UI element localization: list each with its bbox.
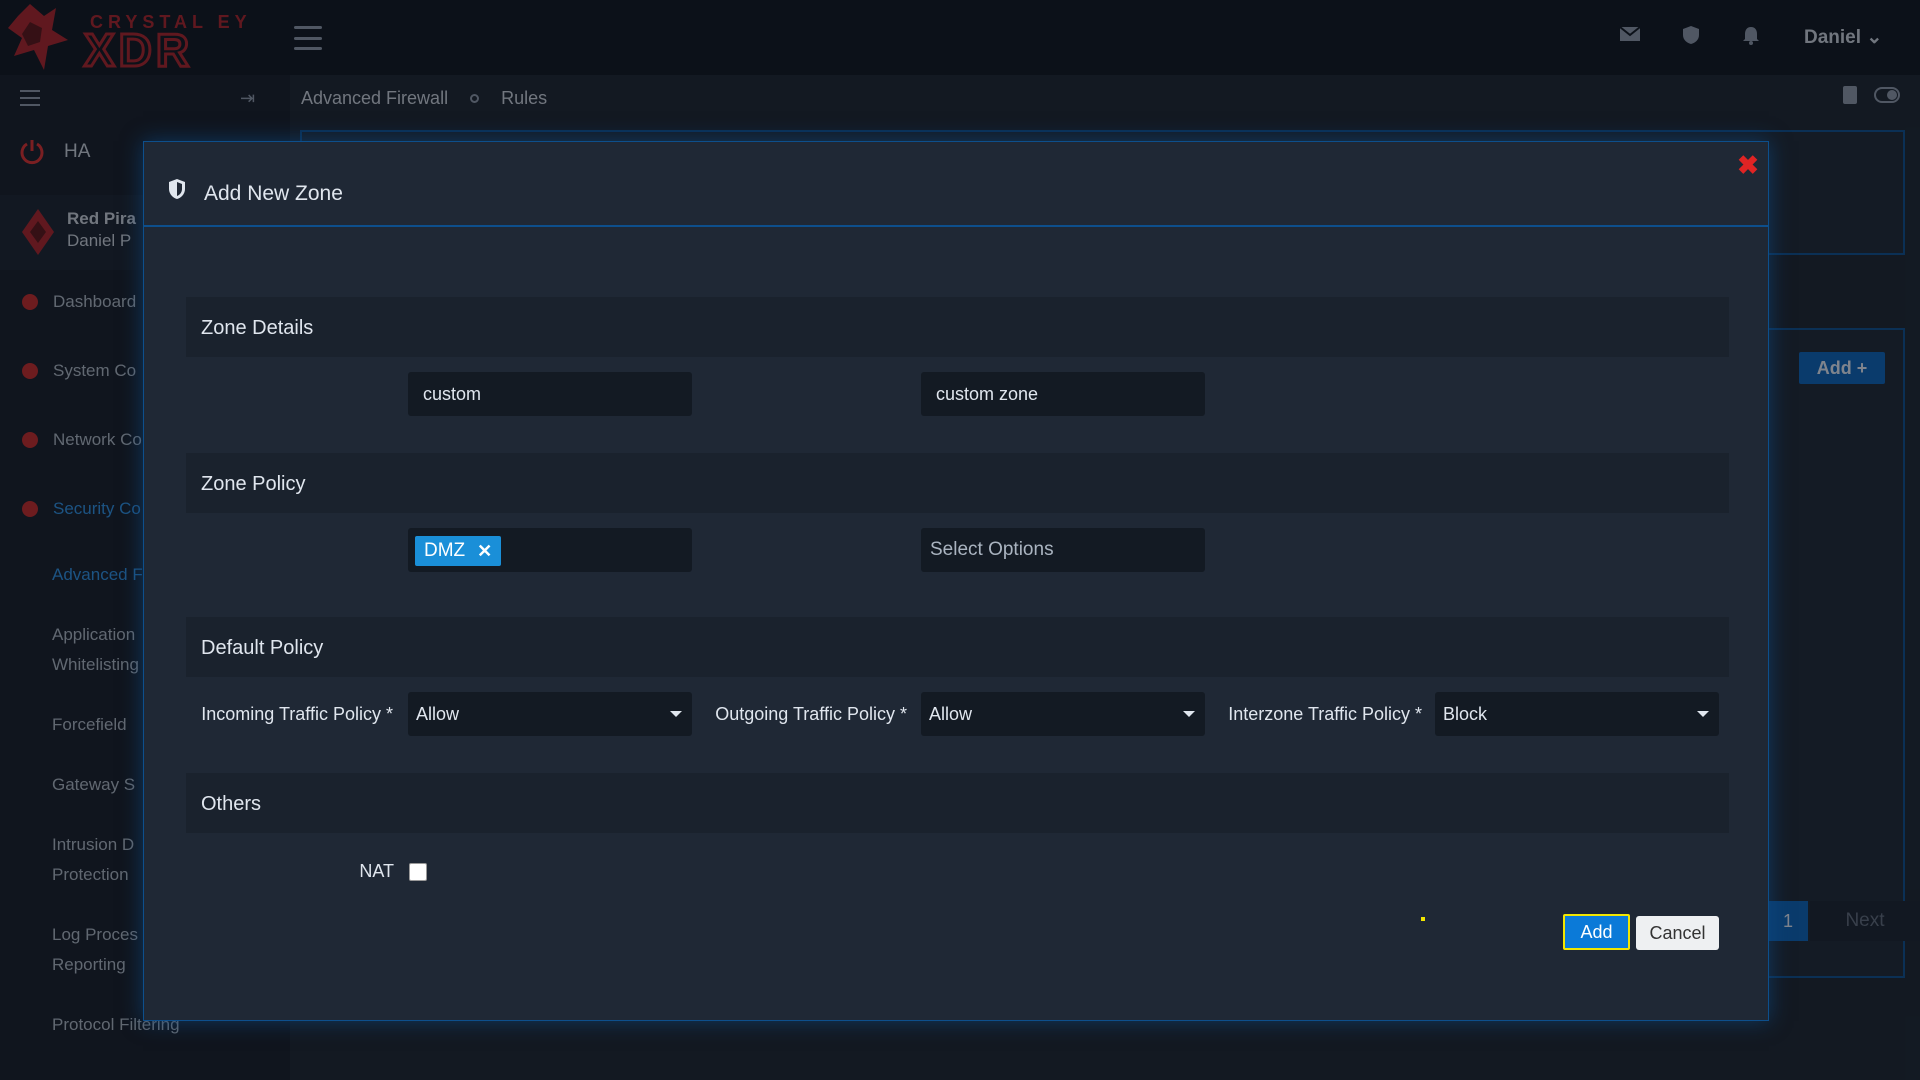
outgoing-policy-label: Outgoing Traffic Policy * [715, 704, 907, 724]
cancel-button[interactable]: Cancel [1636, 916, 1719, 950]
add-button[interactable]: Add [1563, 914, 1630, 950]
zone-details-section: Zone Details [186, 297, 1729, 357]
blocked-zones-select[interactable] [921, 528, 1205, 572]
modal-header: Add New Zone ✖ [144, 142, 1768, 227]
interzone-policy-value: Block [1443, 704, 1488, 724]
name-input[interactable] [408, 372, 692, 416]
outgoing-policy-value: Allow [929, 704, 973, 724]
add-zone-modal: Add New Zone ✖ Zone Details Name * Descr… [143, 141, 1769, 1021]
caret-down-icon [1697, 711, 1709, 717]
section-title: Default Policy [201, 637, 324, 659]
zone-policy-section: Zone Policy [186, 453, 1729, 513]
nat-checkbox[interactable] [409, 863, 427, 881]
shield-icon [169, 179, 185, 199]
interzone-policy-label: Interzone Traffic Policy * [1228, 704, 1422, 724]
incoming-policy-value: Allow [416, 704, 460, 724]
zone-tag-dmz: DMZ ✕ [415, 536, 502, 566]
modal-title: Add New Zone [204, 182, 343, 205]
remove-tag-icon[interactable]: ✕ [477, 536, 492, 566]
default-policy-section: Default Policy [186, 617, 1729, 677]
close-icon[interactable]: ✖ [1736, 152, 1760, 178]
allowed-zones-select[interactable]: DMZ ✕ [408, 528, 692, 572]
description-input[interactable] [921, 372, 1205, 416]
cursor-marker [1421, 917, 1425, 921]
others-section: Others [186, 773, 1729, 833]
interzone-policy-select[interactable]: Block [1435, 692, 1719, 736]
nat-label: NAT [359, 861, 394, 881]
section-title: Others [201, 793, 262, 815]
incoming-policy-label: Incoming Traffic Policy * [201, 704, 393, 724]
section-title: Zone Details [201, 317, 314, 339]
tag-label: DMZ [424, 540, 466, 561]
section-title: Zone Policy [201, 473, 306, 495]
